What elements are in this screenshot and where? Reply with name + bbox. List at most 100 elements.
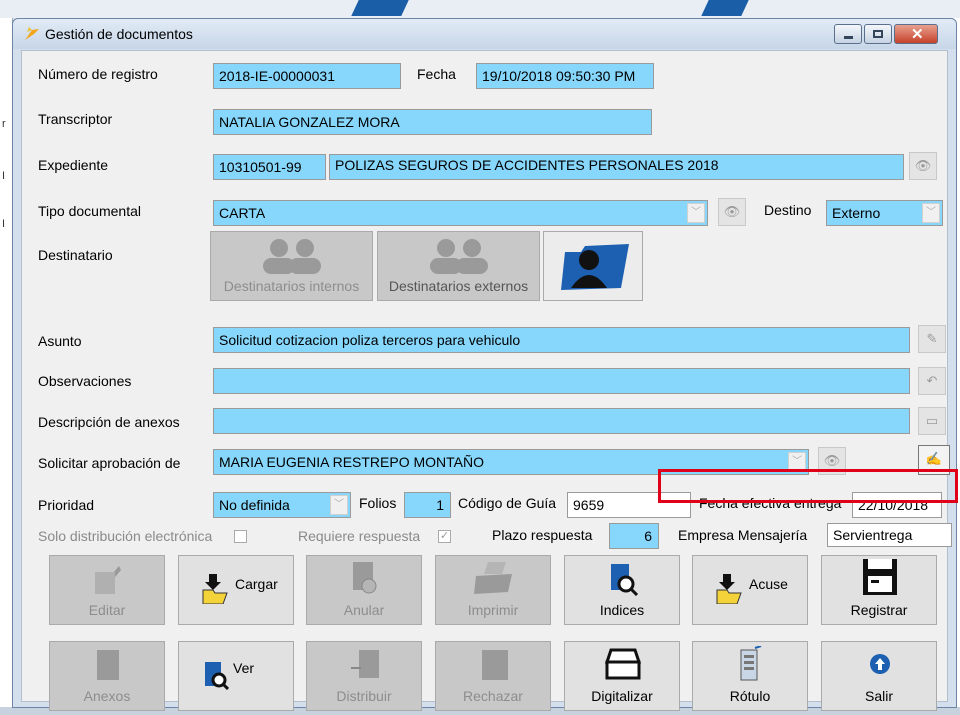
cargar-button[interactable]: Cargar <box>178 555 294 625</box>
descripcion-anexos-button[interactable]: ▭ <box>918 407 946 435</box>
background-decoration <box>351 0 409 16</box>
indices-label: Indices <box>599 602 645 618</box>
destinatarios-internos-button[interactable]: Destinatarios internos <box>210 231 373 301</box>
requiere-respuesta-label: Requiere respuesta <box>298 528 421 544</box>
chevron-down-icon[interactable]: ﹀ <box>330 495 348 515</box>
document-management-window: Gestión de documentos ✕ Número de regist… <box>12 18 957 711</box>
background-decoration <box>701 0 749 16</box>
observaciones-field[interactable] <box>213 368 910 394</box>
minimize-icon <box>844 36 853 39</box>
attachments-icon <box>97 650 119 680</box>
close-icon: ✕ <box>911 26 924 43</box>
fecha-field[interactable]: 19/10/2018 09:50:30 PM <box>476 63 654 89</box>
plazo-respuesta-field[interactable]: 6 <box>609 523 659 549</box>
minimize-button[interactable] <box>834 24 862 44</box>
destino-label: Destino <box>764 202 812 218</box>
contact-folder-button[interactable] <box>543 231 643 301</box>
app-icon <box>25 27 39 40</box>
index-search-icon <box>611 564 639 596</box>
document-icon: ▭ <box>925 413 939 428</box>
maximize-icon <box>873 30 883 38</box>
close-button[interactable]: ✕ <box>894 24 938 44</box>
solo-distribucion-label: Solo distribución electrónica <box>38 528 213 544</box>
requiere-respuesta-checkbox[interactable]: ✓ <box>438 530 451 543</box>
reject-icon <box>482 650 508 680</box>
users-icon <box>263 239 321 274</box>
rotulo-button[interactable]: Rótulo <box>692 641 808 711</box>
scanner-icon <box>605 648 641 680</box>
digitalizar-button[interactable]: Digitalizar <box>564 641 680 711</box>
destinatarios-internos-label: Destinatarios internos <box>223 278 360 294</box>
ver-label: Ver <box>233 660 255 676</box>
undo-arrow-icon: ↶ <box>926 373 938 388</box>
load-folder-icon <box>202 574 228 604</box>
folios-field[interactable]: 1 <box>404 492 451 518</box>
form-area: Número de registro 2018-IE-00000031 Fech… <box>21 50 952 711</box>
editar-label: Editar <box>88 602 126 618</box>
transcriptor-label: Transcriptor <box>38 111 113 127</box>
tipo-documental-search-button[interactable]: 👁 <box>718 198 746 226</box>
prioridad-label: Prioridad <box>38 497 95 513</box>
acuse-label: Acuse <box>749 576 788 592</box>
anexos-label: Anexos <box>83 688 131 704</box>
observaciones-label: Observaciones <box>38 373 132 389</box>
anular-label: Anular <box>343 602 385 618</box>
exit-arrow-icon <box>870 654 890 674</box>
prioridad-select[interactable]: No definida ﹀ <box>213 492 351 518</box>
cancel-document-icon <box>353 562 377 594</box>
label-icon <box>740 646 762 681</box>
asunto-field[interactable]: Solicitud cotizacion poliza terceros par… <box>213 327 910 353</box>
registrar-button[interactable]: Registrar <box>821 555 937 625</box>
expediente-code-field[interactable]: 10310501-99 <box>213 154 326 180</box>
descripcion-anexos-label: Descripción de anexos <box>38 414 180 430</box>
edit-icon <box>95 566 121 594</box>
destino-select[interactable]: Externo ﹀ <box>826 200 943 226</box>
empresa-mensajeria-label: Empresa Mensajería <box>678 527 808 543</box>
ver-button[interactable]: Ver <box>178 641 294 711</box>
cargar-label: Cargar <box>235 576 278 592</box>
solicitar-aprobacion-label: Solicitar aprobación de <box>38 455 181 471</box>
folios-label: Folios <box>359 495 397 511</box>
transcriptor-field[interactable]: NATALIA GONZALEZ MORA <box>213 109 652 135</box>
expediente-name-field[interactable]: POLIZAS SEGUROS DE ACCIDENTES PERSONALES… <box>329 154 904 180</box>
rechazar-button[interactable]: Rechazar <box>435 641 551 711</box>
highlight-box <box>658 469 958 503</box>
digitalizar-label: Digitalizar <box>591 688 653 704</box>
anexos-button[interactable]: Anexos <box>49 641 165 711</box>
receipt-folder-icon <box>716 574 742 604</box>
solo-distribucion-checkbox[interactable] <box>234 530 247 543</box>
expediente-search-button[interactable]: 👁 <box>909 152 937 180</box>
distribute-icon <box>351 650 379 678</box>
editar-button[interactable]: Editar <box>49 555 165 625</box>
binoculars-icon: 👁 <box>723 204 741 219</box>
imprimir-button[interactable]: Imprimir <box>435 555 551 625</box>
signature-icon: ✍ <box>925 451 943 466</box>
users-icon <box>430 239 488 274</box>
descripcion-anexos-field[interactable] <box>213 408 910 434</box>
destinatarios-externos-label: Destinatarios externos <box>388 278 529 294</box>
expediente-label: Expediente <box>38 157 109 173</box>
chevron-down-icon[interactable]: ﹀ <box>922 203 940 223</box>
contact-folder-icon <box>561 244 629 290</box>
asunto-edit-button[interactable]: ✎ <box>918 325 946 353</box>
title-bar[interactable]: Gestión de documentos ✕ <box>13 19 956 49</box>
fecha-label: Fecha <box>417 66 456 82</box>
distribuir-button[interactable]: Distribuir <box>306 641 422 711</box>
destinatarios-externos-button[interactable]: Destinatarios externos <box>377 231 540 301</box>
observaciones-undo-button[interactable]: ↶ <box>918 367 946 395</box>
acuse-button[interactable]: Acuse <box>692 555 808 625</box>
distribuir-label: Distribuir <box>336 688 392 704</box>
destinatario-label: Destinatario <box>38 247 113 263</box>
maximize-button[interactable] <box>864 24 892 44</box>
empresa-mensajeria-field[interactable]: Servientrega <box>827 523 952 547</box>
anular-button[interactable]: Anular <box>306 555 422 625</box>
numero-registro-label: Número de registro <box>38 66 158 82</box>
tipo-documental-select[interactable]: CARTA ﹀ <box>213 200 708 226</box>
salir-button[interactable]: Salir <box>821 641 937 711</box>
numero-registro-field[interactable]: 2018-IE-00000031 <box>213 63 401 89</box>
tipo-documental-value: CARTA <box>219 205 266 221</box>
tipo-documental-label: Tipo documental <box>38 203 141 219</box>
chevron-down-icon[interactable]: ﹀ <box>687 203 705 223</box>
background-desktop <box>0 0 960 18</box>
indices-button[interactable]: Indices <box>564 555 680 625</box>
